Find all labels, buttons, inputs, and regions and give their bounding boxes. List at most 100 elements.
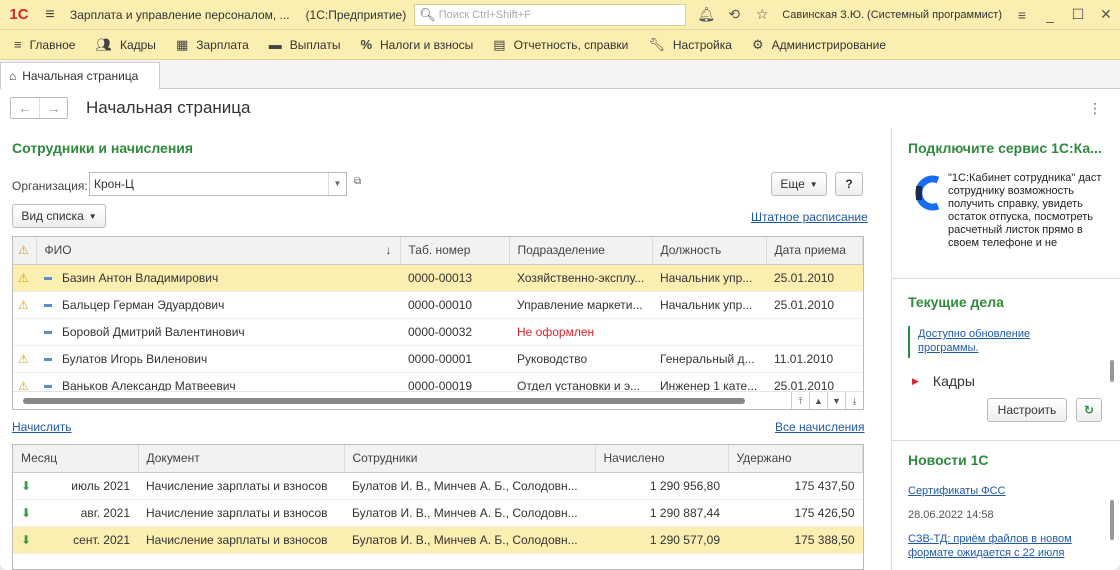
document-name: Начисление зарплаты и взносов: [138, 499, 344, 527]
table-row[interactable]: ⚠ Бальцер Герман Эдуардович 0000-00010 Упра…: [13, 291, 863, 319]
tasks-scrollbar[interactable]: [1110, 360, 1114, 382]
hire-date: 25.01.2010: [766, 291, 863, 319]
column-header[interactable]: Документ: [138, 445, 345, 473]
menu-item-admin[interactable]: ⚙ Администрирование: [752, 37, 886, 53]
news-link[interactable]: СЗВ-ТД: приём файлов в новом формате ожи…: [908, 532, 1098, 560]
column-header[interactable]: Удержано: [728, 445, 863, 473]
main-menu-icon[interactable]: ≡: [38, 6, 62, 24]
column-header[interactable]: ФИО ↓: [36, 237, 401, 265]
menu-item-main[interactable]: ≡ Главное: [14, 37, 75, 52]
help-button[interactable]: ?: [835, 172, 863, 196]
kadry-group[interactable]: ▶ Кадры: [912, 373, 975, 389]
menu-item-salary[interactable]: ▦ Зарплата: [176, 37, 249, 53]
horizontal-scrollbar[interactable]: ⤒ ▲ ▼ ⤓: [13, 391, 863, 409]
document-name: Начисление зарплаты и взносов: [138, 526, 344, 554]
history-icon[interactable]: ⟲: [720, 6, 748, 23]
column-header[interactable]: Должность: [652, 237, 767, 265]
organization-label: Организация:: [12, 179, 88, 193]
tab-number: 0000-00010: [400, 291, 509, 319]
tasks-title: Текущие дела: [908, 294, 1004, 310]
table-row[interactable]: ⚠ Базин Антон Владимирович 0000-00013 Хозяй…: [13, 264, 863, 292]
service-description: "1С:Кабинет сотрудника" даст сотруднику …: [948, 172, 1102, 249]
wallet-icon: ▬: [268, 37, 282, 52]
column-header[interactable]: Таб. номер: [400, 237, 510, 265]
scroll-top-icon[interactable]: ⤒: [791, 392, 809, 409]
tab-home[interactable]: ⌂ Начальная страница: [0, 62, 160, 89]
scroll-bottom-icon[interactable]: ⤓: [845, 392, 863, 409]
table-row[interactable]: ⚠ Булатов Игорь Виленович 0000-00001 Руково…: [13, 345, 863, 373]
bell-icon[interactable]: 🔔︎: [692, 6, 720, 23]
employee-name: Базин Антон Владимирович: [36, 264, 400, 292]
tab-number: 0000-00001: [400, 345, 509, 373]
more-button[interactable]: Еще ▼: [771, 172, 827, 196]
department: Управление маркети...: [509, 291, 652, 319]
all-accruals-link[interactable]: Все начисления: [775, 420, 865, 434]
scroll-thumb[interactable]: [23, 398, 745, 404]
column-header[interactable]: Месяц: [13, 445, 139, 473]
report-icon: ▤: [493, 36, 506, 52]
minimize-icon[interactable]: _: [1036, 7, 1064, 23]
global-search-input[interactable]: 🔍︎ Поиск Ctrl+Shift+F: [414, 3, 687, 26]
app-logo: 1С: [9, 6, 29, 23]
chevron-down-icon: ▼: [88, 211, 97, 221]
accrued-amount: 1 290 577,09: [595, 526, 728, 554]
withheld-amount: 175 388,50: [728, 526, 863, 554]
organization-value: Крон-Ц: [94, 177, 134, 191]
employees-panel: Сотрудники и начисления Организация: Кро…: [0, 128, 875, 570]
table-row[interactable]: ⬇ июль 2021 Начисление зарплаты и взносов Б…: [13, 472, 863, 500]
view-list-button[interactable]: Вид списка ▼: [12, 204, 106, 228]
employee-icon: [44, 384, 52, 388]
people-icon: 👥︎: [95, 36, 112, 52]
more-options-icon[interactable]: ⋮: [1088, 100, 1102, 117]
column-header[interactable]: Сотрудники: [344, 445, 596, 473]
sort-down-icon: ↓: [385, 243, 392, 258]
warn-column-header[interactable]: ⚠: [13, 237, 37, 265]
table-row[interactable]: ⬇ авг. 2021 Начисление зарплаты и взносов Б…: [13, 499, 863, 527]
menu-item-kadry[interactable]: 👥︎ Кадры: [95, 37, 155, 53]
accrue-link[interactable]: Начислить: [12, 420, 71, 434]
menu-item-reports[interactable]: ▤ Отчетность, справки: [493, 37, 628, 53]
back-arrow-icon[interactable]: ←: [11, 98, 39, 118]
column-header[interactable]: Дата приема: [766, 237, 863, 265]
warning-icon: ⚠: [18, 297, 29, 312]
staff-schedule-link[interactable]: Штатное расписание: [751, 210, 868, 224]
organization-field[interactable]: Крон-Ц ▼ ⧉: [89, 172, 361, 196]
position: Генеральный д...: [652, 345, 766, 373]
table-row[interactable]: Боровой Дмитрий Валентинович 0000-00032 Не…: [13, 318, 863, 346]
hire-date: 25.01.2010: [766, 264, 863, 292]
menu-item-settings[interactable]: 🔧︎ Настройка: [648, 37, 732, 53]
scroll-up-icon[interactable]: ▲: [809, 392, 827, 409]
info-panel: Подключите сервис 1С:Ка... "1С:Кабинет с…: [891, 128, 1120, 570]
news-scrollbar[interactable]: [1110, 500, 1114, 540]
current-user[interactable]: Савинская З.Ю. (Системный программист): [782, 9, 1002, 21]
dropdown-arrow-icon[interactable]: ▼: [328, 173, 346, 195]
star-icon[interactable]: ☆: [748, 6, 776, 23]
hire-date: [766, 318, 863, 346]
refresh-icon[interactable]: ↻: [1076, 398, 1102, 422]
configure-button[interactable]: Настроить: [987, 398, 1067, 422]
accrued-amount: 1 290 887,44: [595, 499, 728, 527]
tab-number: 0000-00032: [400, 318, 509, 346]
employee-icon: [44, 357, 52, 361]
table-row[interactable]: ⬇ сент. 2021 Начисление зарплаты и взносов…: [13, 526, 863, 554]
close-icon[interactable]: ✕: [1092, 6, 1120, 23]
news-link[interactable]: Сертификаты ФСС: [908, 484, 1006, 498]
open-icon[interactable]: ⧉: [354, 176, 361, 187]
maximize-icon[interactable]: ☐: [1064, 6, 1092, 23]
forward-arrow-icon[interactable]: →: [39, 98, 67, 118]
column-header[interactable]: Подразделение: [509, 237, 653, 265]
column-header[interactable]: Начислено: [595, 445, 729, 473]
percent-icon: %: [360, 37, 373, 52]
update-available-link[interactable]: Доступно обновление программы.: [918, 327, 1068, 355]
menu-item-taxes[interactable]: % Налоги и взносы: [360, 37, 473, 52]
menu-item-payments[interactable]: ▬ Выплаты: [269, 37, 341, 52]
position: [652, 318, 766, 346]
wrench-icon: 🔧︎: [648, 36, 665, 52]
settings-menu-icon[interactable]: ≡: [1008, 7, 1036, 23]
document-posted-icon: ⬇: [21, 505, 32, 520]
warning-icon: ⚠: [18, 270, 29, 285]
accrued-amount: 1 290 956,80: [595, 472, 728, 500]
gear-icon: ⚙: [751, 36, 764, 52]
department: Не оформлен: [509, 318, 652, 346]
scroll-down-icon[interactable]: ▼: [827, 392, 845, 409]
